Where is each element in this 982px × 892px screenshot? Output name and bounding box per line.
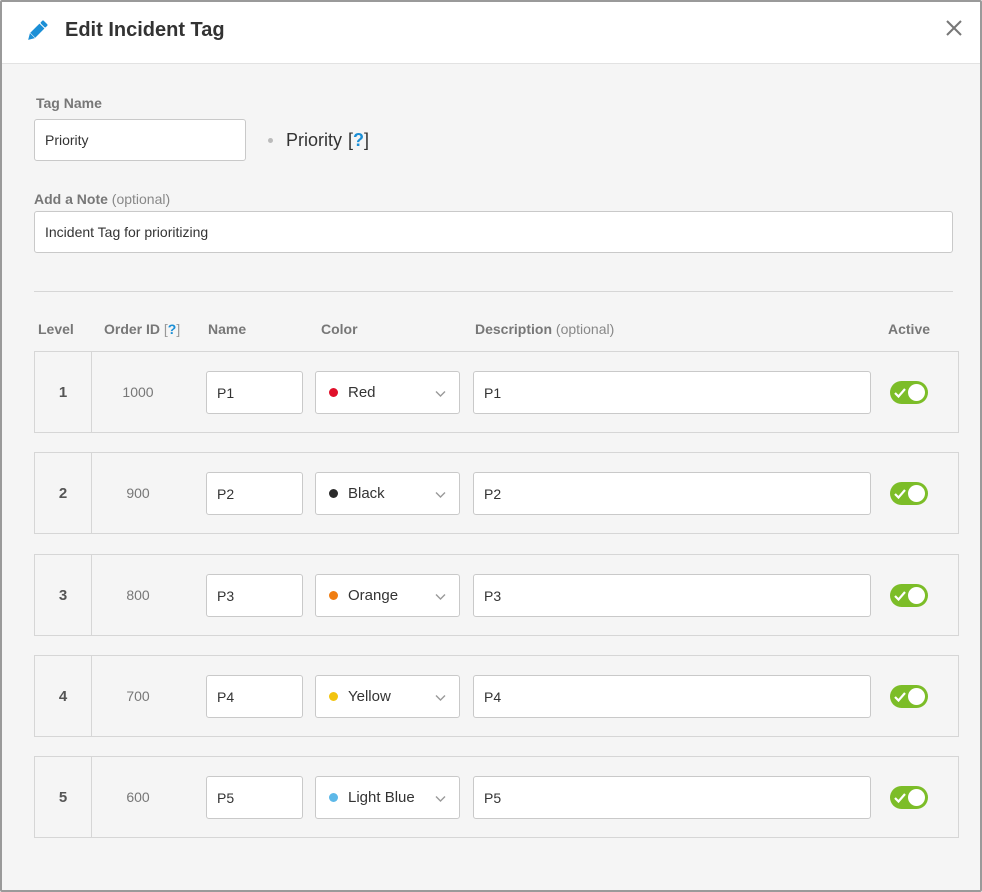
- check-icon: [894, 793, 906, 803]
- col-order-id-label: Order ID: [104, 321, 161, 337]
- color-dot: [329, 591, 338, 600]
- row-active-toggle[interactable]: [890, 584, 928, 607]
- table-row: 1 1000 P1 Red P1: [34, 351, 959, 433]
- row-description-input[interactable]: P2: [473, 472, 871, 515]
- col-description-optional: (optional): [555, 321, 615, 337]
- col-order-id: Order ID [?]: [104, 321, 180, 337]
- row-level: 3: [35, 555, 92, 635]
- row-order-id: 600: [126, 789, 150, 805]
- color-label: Black: [348, 485, 385, 502]
- color-dot: [329, 489, 338, 498]
- row-active-toggle[interactable]: [890, 685, 928, 708]
- col-description-label: Description: [475, 321, 553, 337]
- table-row: 3 800 P3 Orange P3: [34, 554, 959, 636]
- pencil-icon: [28, 20, 48, 40]
- tag-name-label: Tag Name: [36, 95, 102, 111]
- toggle-knob: [908, 384, 925, 401]
- note-optional: (optional): [111, 191, 171, 207]
- close-icon[interactable]: [944, 18, 964, 38]
- check-icon: [894, 591, 906, 601]
- col-level: Level: [38, 321, 74, 337]
- color-label: Light Blue: [348, 789, 415, 806]
- chevron-down-icon: [435, 594, 446, 600]
- row-name-input[interactable]: P1: [206, 371, 303, 414]
- table-row: 2 900 P2 Black P2: [34, 452, 959, 534]
- color-label: Red: [348, 384, 376, 401]
- edit-incident-tag-dialog: Edit Incident Tag Tag Name Priority Prio…: [0, 0, 982, 892]
- row-description-input[interactable]: P3: [473, 574, 871, 617]
- row-level: 1: [35, 352, 92, 432]
- preview-dot: [268, 138, 273, 143]
- chevron-down-icon: [435, 391, 446, 397]
- row-order-id: 800: [126, 587, 150, 603]
- row-level: 4: [35, 656, 92, 736]
- row-active-toggle[interactable]: [890, 381, 928, 404]
- dialog-header: Edit Incident Tag: [2, 2, 980, 64]
- col-color: Color: [321, 321, 358, 337]
- color-dot: [329, 388, 338, 397]
- tag-preview: Priority [?]: [268, 130, 369, 151]
- col-name: Name: [208, 321, 247, 337]
- col-description: Description (optional): [475, 321, 614, 337]
- toggle-knob: [908, 789, 925, 806]
- row-order-id: 1000: [122, 384, 154, 400]
- row-active-toggle[interactable]: [890, 482, 928, 505]
- row-description-input[interactable]: P1: [473, 371, 871, 414]
- color-label: Orange: [348, 587, 399, 604]
- toggle-knob: [908, 587, 925, 604]
- row-description-input[interactable]: P5: [473, 776, 871, 819]
- dialog-title: Edit Incident Tag: [65, 19, 225, 41]
- note-input[interactable]: Incident Tag for prioritizing: [34, 211, 953, 253]
- col-active: Active: [888, 321, 931, 337]
- row-order-id: 700: [126, 688, 150, 704]
- preview-text: Priority: [286, 130, 343, 150]
- preview-help[interactable]: [?]: [348, 130, 369, 151]
- check-icon: [894, 489, 906, 499]
- table-row: 4 700 P4 Yellow P4: [34, 655, 959, 737]
- row-color-select[interactable]: Orange: [315, 574, 460, 617]
- row-name-input[interactable]: P2: [206, 472, 303, 515]
- order-id-help[interactable]: [?]: [164, 321, 180, 337]
- row-color-select[interactable]: Light Blue: [315, 776, 460, 819]
- color-dot: [329, 692, 338, 701]
- chevron-down-icon: [435, 695, 446, 701]
- row-name-input[interactable]: P3: [206, 574, 303, 617]
- note-label: Add a Note (optional): [34, 191, 170, 207]
- tag-name-input[interactable]: Priority: [34, 119, 246, 161]
- row-color-select[interactable]: Yellow: [315, 675, 460, 718]
- row-order-id: 900: [126, 485, 150, 501]
- row-level: 2: [35, 453, 92, 533]
- color-dot: [329, 793, 338, 802]
- section-divider: [34, 291, 953, 292]
- check-icon: [894, 388, 906, 398]
- chevron-down-icon: [435, 796, 446, 802]
- row-name-input[interactable]: P5: [206, 776, 303, 819]
- table-row: 5 600 P5 Light Blue P5: [34, 756, 959, 838]
- row-name-input[interactable]: P4: [206, 675, 303, 718]
- row-color-select[interactable]: Black: [315, 472, 460, 515]
- toggle-knob: [908, 485, 925, 502]
- row-active-toggle[interactable]: [890, 786, 928, 809]
- row-color-select[interactable]: Red: [315, 371, 460, 414]
- color-label: Yellow: [348, 688, 391, 705]
- check-icon: [894, 692, 906, 702]
- row-description-input[interactable]: P4: [473, 675, 871, 718]
- row-level: 5: [35, 757, 92, 837]
- note-label-text: Add a Note: [34, 191, 108, 207]
- toggle-knob: [908, 688, 925, 705]
- chevron-down-icon: [435, 492, 446, 498]
